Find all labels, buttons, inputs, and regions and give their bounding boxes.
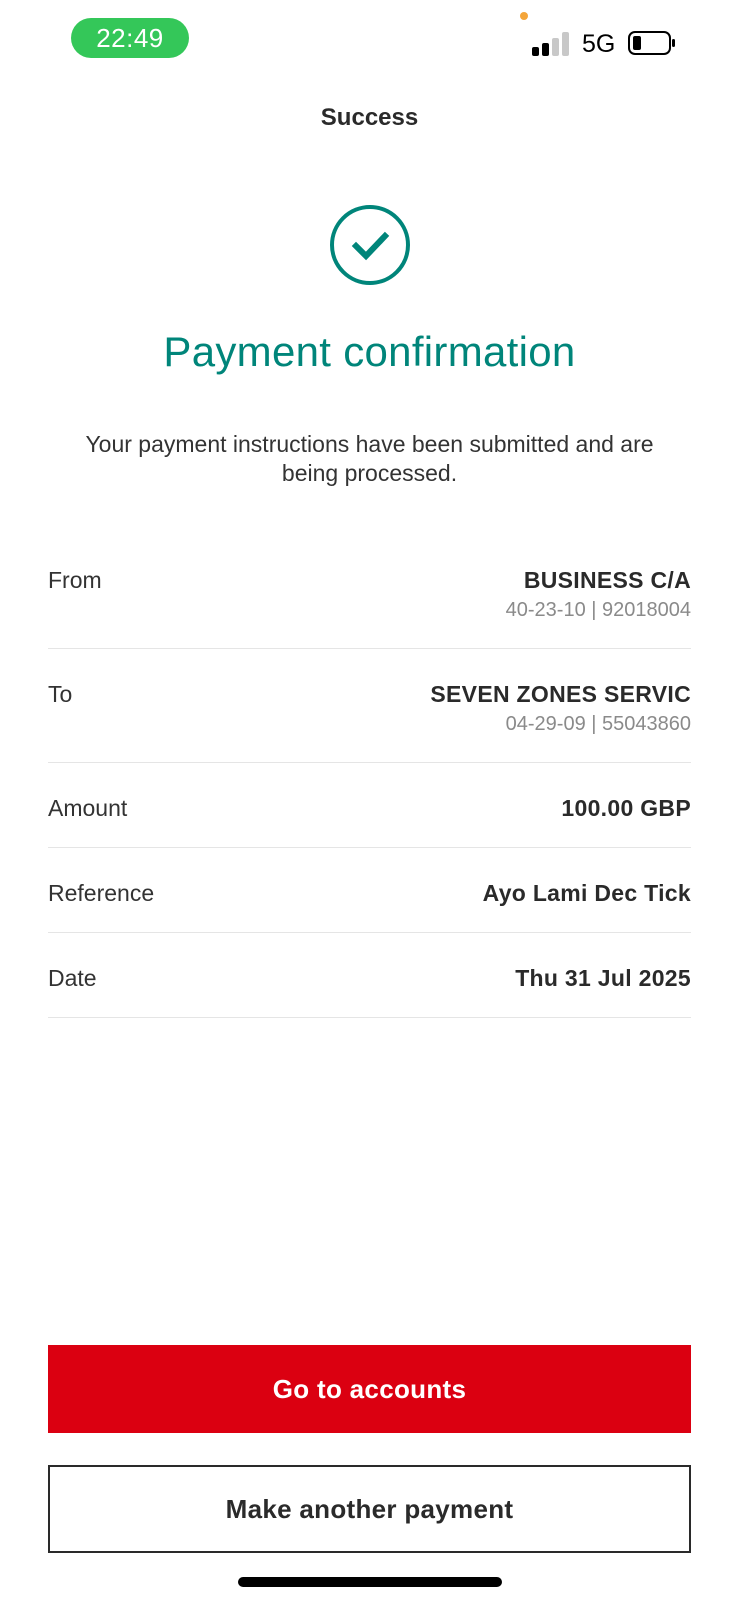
- amount-label: Amount: [48, 795, 128, 821]
- to-payee-name: SEVEN ZONES SERVIC: [430, 681, 691, 707]
- amount-value-wrap: 100.00 GBP: [561, 793, 691, 823]
- battery-icon: [628, 31, 675, 55]
- page-title: Payment confirmation: [163, 328, 576, 375]
- to-value: SEVEN ZONES SERVIC 04-29-09 | 55043860: [430, 679, 691, 738]
- page-header-title: Success: [320, 104, 419, 131]
- to-label: To: [48, 681, 73, 707]
- date-value-wrap: Thu 31 Jul 2025: [515, 963, 691, 993]
- make-another-payment-button[interactable]: Make another payment: [48, 1465, 691, 1553]
- status-bar: 22:49 5G: [0, 0, 739, 80]
- check-circle-icon: [330, 205, 410, 285]
- home-indicator[interactable]: [238, 1577, 502, 1587]
- amount-value: 100.00 GBP: [561, 795, 691, 821]
- privacy-indicator-dot: [520, 12, 528, 20]
- from-account-number: 40-23-10 | 92018004: [505, 599, 691, 621]
- from-value: BUSINESS C/A 40-23-10 | 92018004: [506, 565, 691, 624]
- reference-label: Reference: [48, 880, 155, 906]
- to-account-number: 04-29-09 | 55043860: [505, 713, 691, 735]
- date-value: Thu 31 Jul 2025: [515, 965, 691, 991]
- network-type: 5G: [582, 30, 616, 58]
- confirmation-message: Your payment instructions have been subm…: [85, 431, 654, 486]
- cellular-signal-icon: [532, 32, 572, 56]
- go-to-accounts-button[interactable]: Go to accounts: [48, 1345, 691, 1433]
- detail-row-reference: Reference Ayo Lami Dec Tick: [48, 848, 691, 933]
- from-label: From: [48, 567, 102, 593]
- detail-row-to: To SEVEN ZONES SERVIC 04-29-09 | 5504386…: [48, 649, 691, 763]
- date-label: Date: [48, 965, 97, 991]
- detail-row-from: From BUSINESS C/A 40-23-10 | 92018004: [48, 535, 691, 649]
- payment-details-list: From BUSINESS C/A 40-23-10 | 92018004 To…: [48, 535, 691, 1018]
- reference-value: Ayo Lami Dec Tick: [482, 880, 691, 906]
- detail-row-date: Date Thu 31 Jul 2025: [48, 933, 691, 1018]
- status-time: 22:49: [71, 18, 189, 58]
- reference-value-wrap: Ayo Lami Dec Tick: [483, 878, 691, 908]
- detail-row-amount: Amount 100.00 GBP: [48, 763, 691, 848]
- from-account-name: BUSINESS C/A: [523, 567, 691, 593]
